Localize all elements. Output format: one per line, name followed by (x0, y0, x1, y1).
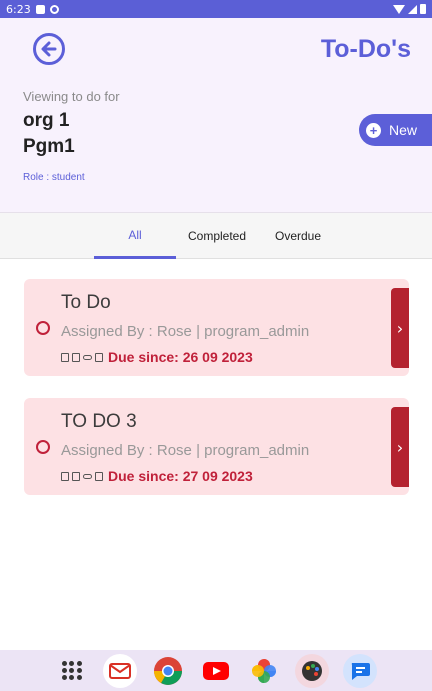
battery-icon (420, 4, 426, 14)
youtube-icon[interactable] (199, 654, 233, 688)
arrow-left-icon (41, 41, 57, 57)
tab-overdue-label: Overdue (274, 229, 322, 243)
apps-grid-icon[interactable] (55, 654, 89, 688)
palette-icon[interactable] (295, 653, 329, 688)
complete-radio[interactable] (36, 440, 50, 454)
link-icon (83, 354, 92, 360)
todo-due-date: Due since: 26 09 2023 (108, 349, 253, 365)
page-title: To-Do's (320, 35, 411, 63)
program-name: Pgm1 (23, 136, 75, 157)
todo-assigned-by: Assigned By : Rose | program_admin (61, 323, 310, 340)
sync-icon (49, 4, 59, 14)
open-todo-button[interactable]: › (391, 288, 409, 368)
photos-icon[interactable] (247, 654, 281, 688)
wifi-icon (393, 4, 405, 14)
signal-icon (408, 4, 417, 14)
chevron-right-icon: › (396, 318, 404, 338)
todo-due-date: Due since: 27 09 2023 (108, 468, 253, 484)
todo-title: To Do (61, 292, 111, 313)
back-button[interactable] (33, 33, 65, 65)
new-button-label: New (389, 122, 418, 138)
complete-radio[interactable] (36, 321, 50, 335)
org-name: org 1 (23, 110, 70, 131)
tab-completed-label: Completed (187, 229, 247, 243)
plus-icon: + (366, 122, 381, 138)
todo-meta-row: Due since: 26 09 2023 (61, 349, 253, 365)
status-time: 6:23 (6, 2, 31, 16)
tab-all[interactable]: All (94, 213, 176, 259)
notes-icon (72, 471, 80, 481)
new-todo-button[interactable]: + New (359, 114, 432, 146)
todo-meta-row: Due since: 27 09 2023 (61, 468, 253, 484)
document-icon (61, 352, 69, 362)
todo-assigned-by: Assigned By : Rose | program_admin (61, 442, 310, 459)
viewing-label: Viewing to do for (23, 89, 120, 104)
role-label: Role : student (23, 172, 85, 183)
document-icon (61, 471, 69, 481)
link-icon (83, 473, 92, 479)
open-todo-button[interactable]: › (391, 407, 409, 487)
notes-icon (72, 352, 80, 362)
todo-card[interactable]: To Do Assigned By : Rose | program_admin… (24, 279, 409, 376)
tab-overdue[interactable]: Overdue (258, 213, 338, 259)
tab-all-label: All (128, 227, 142, 242)
todo-title: TO DO 3 (61, 411, 137, 432)
todo-card[interactable]: TO DO 3 Assigned By : Rose | program_adm… (24, 398, 409, 495)
filter-tabs: All Completed Overdue (0, 213, 432, 259)
sd-card-icon (35, 4, 45, 14)
tab-completed[interactable]: Completed (176, 213, 258, 259)
gmail-icon[interactable] (103, 653, 137, 688)
chrome-icon[interactable] (151, 654, 185, 688)
calendar-icon (95, 471, 103, 481)
chevron-right-icon: › (396, 437, 404, 457)
status-bar: 6:23 (0, 0, 432, 18)
header: To-Do's Viewing to do for org 1 Pgm1 Rol… (0, 18, 432, 213)
messages-icon[interactable] (343, 653, 377, 688)
calendar-icon (95, 352, 103, 362)
app-dock (0, 650, 432, 691)
